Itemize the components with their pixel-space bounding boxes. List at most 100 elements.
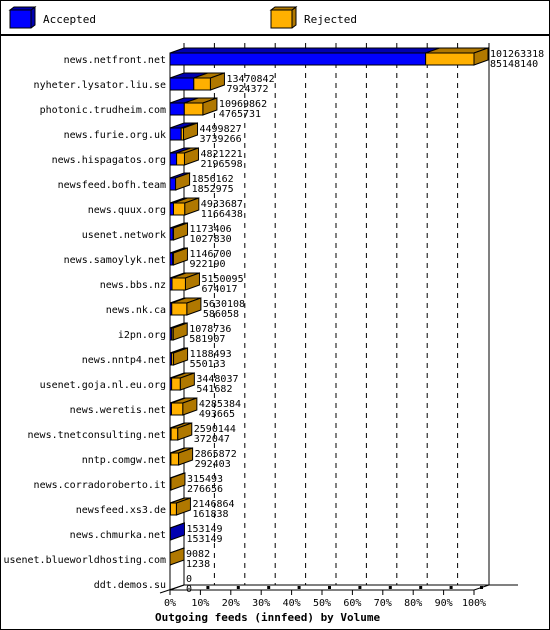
category-label: ddt.demos.su	[94, 580, 166, 591]
bar-rejected-front	[170, 452, 180, 466]
data-label-accepted: 153149	[186, 534, 222, 545]
legend-label-accepted: Accepted	[43, 13, 96, 26]
legend-swatch-accepted	[8, 6, 37, 29]
data-label-accepted: 292403	[195, 459, 231, 470]
data-label-accepted: 581907	[189, 334, 225, 345]
bar-accepted-front	[169, 202, 175, 216]
x-tick-dot	[419, 586, 423, 589]
bar-rejected-front	[425, 52, 475, 66]
x-tick-label: 90%	[435, 598, 453, 609]
x-tick-label: 20%	[222, 598, 240, 609]
bar-accepted-front	[169, 77, 195, 91]
x-tick-dot	[297, 586, 301, 589]
bar-accepted-front	[169, 102, 185, 116]
x-tick-label: 50%	[313, 598, 331, 609]
data-label-accepted: 586058	[203, 309, 239, 320]
data-label-accepted: 372047	[194, 434, 230, 445]
bar-rejected-front	[193, 77, 211, 91]
category-label: news.samoylyk.net	[64, 255, 166, 266]
x-tick-dot	[388, 586, 392, 589]
data-label-accepted: 541682	[196, 384, 232, 395]
bar-side	[170, 472, 186, 491]
bar-rejected-front	[183, 102, 204, 116]
category-label: news.chmurka.net	[70, 530, 166, 541]
bar-accepted-front	[169, 127, 182, 141]
chart: Accepted Rejected news.netfront.net nyhet…	[3, 6, 544, 624]
bar-rejected-front	[173, 202, 186, 216]
x-tick-label: 30%	[252, 598, 270, 609]
data-label-accepted: 1166438	[201, 209, 243, 220]
bar-accepted-front	[169, 152, 178, 166]
data-label-accepted: 7924372	[226, 84, 268, 95]
x-tick-dot	[480, 586, 483, 589]
x-tick-dot	[358, 586, 362, 589]
x-axis-ticks: 0% 10% 20% 30% 40% 50% 60% 70% 80% 90% 100%	[164, 586, 486, 609]
data-label-accepted: 1027830	[190, 234, 232, 245]
bar-accepted-top	[169, 47, 440, 54]
bar-rejected-front	[171, 377, 181, 391]
category-label: newsfeed.xs3.de	[76, 505, 166, 516]
data-label-accepted: 0	[186, 584, 192, 595]
x-tick-label: 100%	[462, 598, 486, 609]
category-label: nyheter.lysator.liu.se	[34, 80, 166, 91]
data-label-accepted: 2196598	[200, 159, 242, 170]
data-label-accepted: 4765731	[219, 109, 261, 120]
x-tick-dot	[267, 586, 271, 589]
data-label-accepted: 674017	[201, 284, 237, 295]
x-tick-label: 0%	[164, 598, 176, 609]
x-tick-label: 10%	[191, 598, 209, 609]
x-tick-label: 60%	[343, 598, 361, 609]
data-label-accepted: 922190	[189, 259, 225, 270]
category-label: news.nk.ca	[106, 305, 166, 316]
category-label: photonic.trudheim.com	[40, 105, 166, 116]
bar-rejected-front	[171, 302, 188, 316]
data-label-accepted: 3739266	[200, 134, 242, 145]
data-label-accepted: 276656	[187, 484, 223, 495]
x-tick-label: 80%	[404, 598, 422, 609]
x-tick-label: 70%	[374, 598, 392, 609]
y-axis-labels: news.netfront.net nyheter.lysator.liu.se p…	[3, 55, 166, 591]
bar-accepted	[169, 47, 440, 66]
category-label: news.netfront.net	[64, 55, 166, 66]
legend-label-rejected: Rejected	[304, 13, 357, 26]
x-tick-label: 40%	[283, 598, 301, 609]
grid	[213, 43, 459, 585]
bar-empty	[169, 584, 185, 591]
data-label-accepted: 161838	[192, 509, 228, 520]
bar-rejected-front	[171, 277, 186, 291]
bar-accepted-front	[169, 177, 177, 191]
bar-rejected-front	[170, 402, 184, 416]
category-label: news.quux.org	[88, 205, 166, 216]
bar-rejected-front	[169, 502, 177, 516]
category-label: nntp.comgw.net	[82, 455, 166, 466]
x-axis-title: Outgoing feeds (innfeed) by Volume	[155, 611, 381, 624]
x-tick-dot	[328, 586, 331, 589]
category-label: usenet.blueworldhosting.com	[3, 555, 166, 566]
category-label: news.nntp4.net	[82, 355, 166, 366]
bar-rejected-front	[170, 427, 179, 441]
data-label-accepted: 85148140	[490, 59, 538, 70]
category-label: news.furie.org.uk	[64, 130, 166, 141]
bar-side	[169, 522, 185, 541]
bar-side	[172, 322, 188, 341]
x-tick-dot	[449, 586, 453, 589]
legend-swatch-rejected	[269, 6, 298, 29]
bar-accepted-front	[169, 52, 427, 66]
category-label: news.hispagatos.org	[52, 155, 166, 166]
bar-side	[169, 547, 185, 566]
bar-rejected-front	[176, 152, 185, 166]
data-labels: 1012633188514814013470842792437210969862…	[186, 49, 544, 595]
category-label: news.bbs.nz	[100, 280, 166, 291]
data-label-accepted: 1852975	[192, 184, 234, 195]
category-label: usenet.goja.nl.eu.org	[40, 380, 166, 391]
data-label-accepted: 493665	[199, 409, 235, 420]
category-label: newsfeed.bofh.team	[58, 180, 166, 191]
legend: Accepted Rejected	[8, 6, 357, 29]
category-label: usenet.network	[82, 230, 166, 241]
x-tick-dot	[236, 586, 240, 589]
category-label: i2pn.org	[118, 330, 166, 341]
category-label: news.corradoroberto.it	[34, 480, 166, 491]
category-label: news.weretis.net	[70, 405, 166, 416]
data-label-accepted: 1238	[186, 559, 210, 570]
data-label-accepted: 550133	[190, 359, 226, 370]
